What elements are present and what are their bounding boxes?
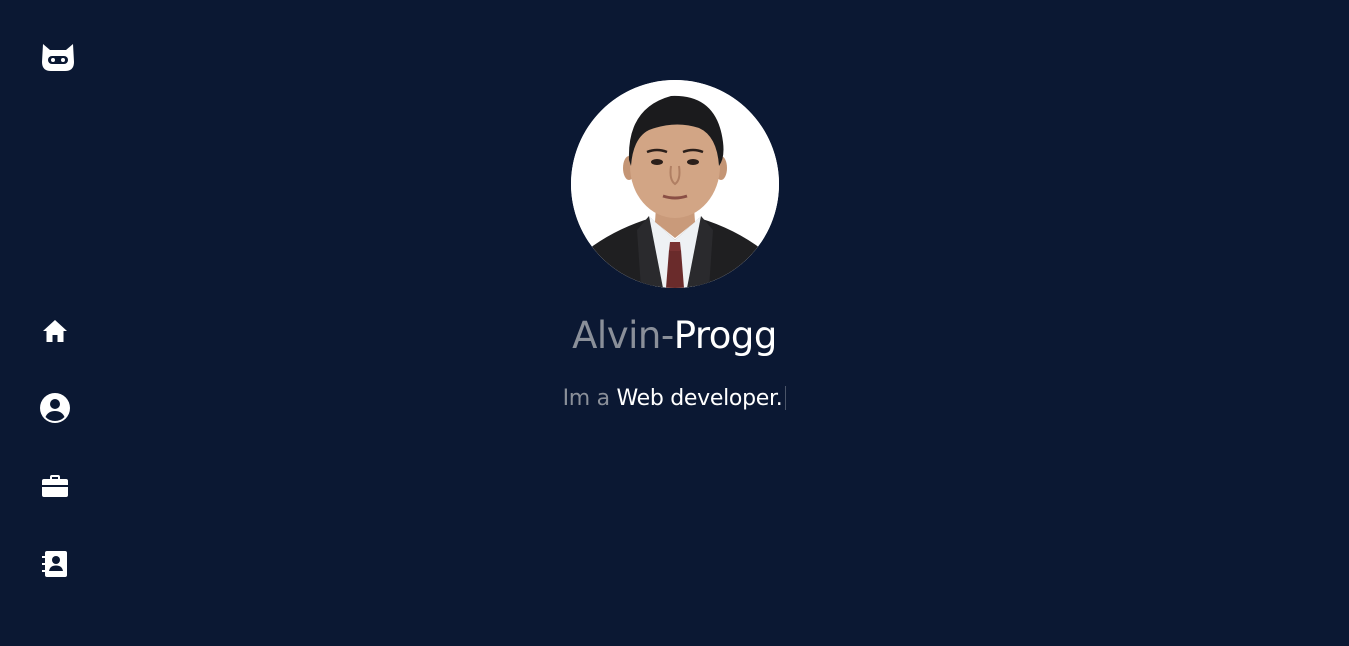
tagline-prefix: Im a [562, 386, 611, 411]
hero-section: Alvin-Progg Im a Web developer. [0, 0, 1349, 646]
name-first-part: Alvin [572, 314, 661, 357]
tagline-role: Web developer. [616, 386, 783, 411]
hero-tagline: Im a Web developer. [0, 384, 1349, 414]
name-second-part: Progg [673, 314, 778, 357]
name-separator: - [660, 314, 674, 357]
typing-cursor [785, 385, 787, 410]
hero-name: Alvin-Progg [0, 312, 1349, 360]
profile-photo [571, 80, 779, 288]
